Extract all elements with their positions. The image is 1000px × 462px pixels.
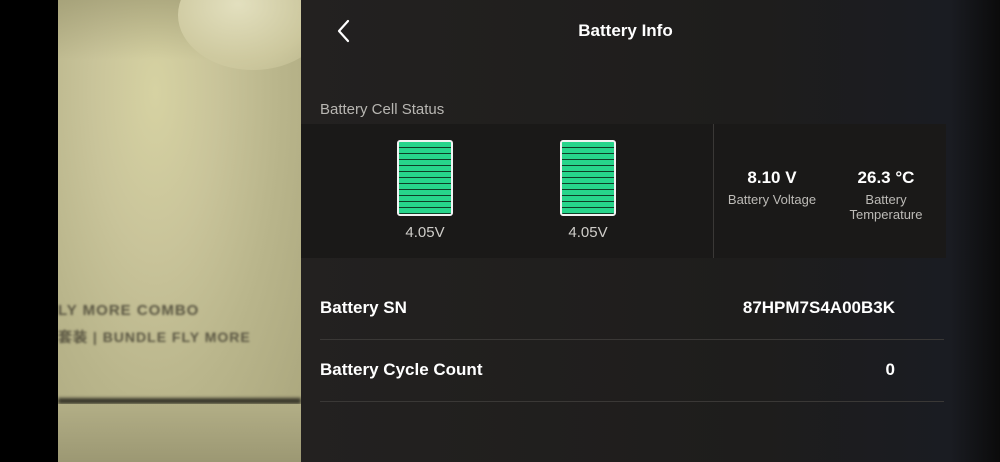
battery-cell-1: 4.05V [397,140,453,241]
battery-cell-2: 4.05V [560,140,616,241]
battery-cell-icon [560,140,616,216]
camera-feed: LY MORE COMBO 套装 | BUNDLE FLY MORE [58,0,301,462]
battery-info-panel: Battery Info Battery Cell Status 4.05V 4… [301,0,950,462]
battery-temperature-label: Battery Temperature [849,192,923,222]
battery-sn-row: Battery SN 87HPM7S4A00B3K [320,278,944,340]
cell-status-card: 4.05V 4.05V 8.10 V Battery Voltage 26.3 … [301,124,946,258]
card-divider [713,124,714,258]
camera-bottom [58,404,301,462]
screen-edge-shade [950,0,1000,462]
battery-cell-icon [397,140,453,216]
battery-voltage-label: Battery Voltage [727,192,817,207]
header: Battery Info [301,0,950,62]
battery-sn-value: 87HPM7S4A00B3K [742,298,895,317]
battery-temperature-value: 26.3 °C [857,168,915,187]
cell-status-label: Battery Cell Status [320,101,445,118]
cell-voltage: 4.05V [405,224,445,241]
camera-text-line-1: LY MORE COMBO [58,302,200,319]
battery-voltage-stat: 8.10 V Battery Voltage [721,168,823,207]
battery-cycle-value: 0 [885,360,895,379]
cell-voltage: 4.05V [568,224,608,241]
battery-cycle-label: Battery Cycle Count [320,360,483,379]
battery-temperature-stat: 26.3 °C Battery Temperature [841,168,931,222]
battery-voltage-value: 8.10 V [747,168,797,187]
battery-cycle-row: Battery Cycle Count 0 [320,340,944,402]
battery-sn-label: Battery SN [320,298,407,317]
camera-text-line-2: 套装 | BUNDLE FLY MORE [58,329,251,345]
page-title: Battery Info [578,21,673,40]
